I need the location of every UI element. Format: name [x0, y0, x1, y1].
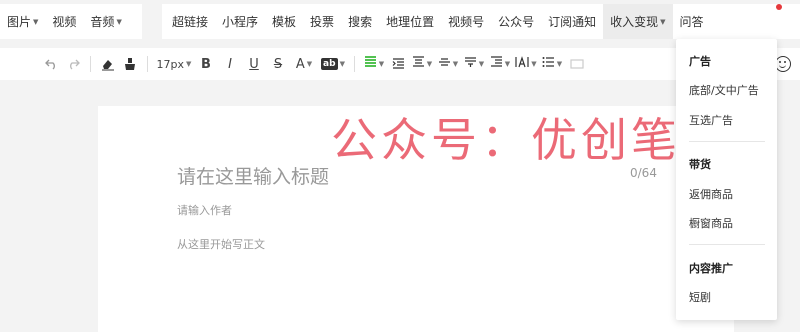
insert-official-account-label: 公众号: [498, 15, 535, 29]
font-size-value: 17px: [156, 57, 185, 71]
insert-channels-label: 视频号: [448, 15, 485, 29]
menu-item-showcase-products[interactable]: 橱窗商品: [689, 215, 733, 231]
insert-channels-button[interactable]: 视频号: [441, 4, 491, 39]
insert-miniprogram-button[interactable]: 小程序: [215, 4, 265, 39]
paragraph-spacing-before-button[interactable]: ▼: [435, 48, 461, 80]
format-painter-icon[interactable]: [119, 48, 141, 80]
insert-location-button[interactable]: 地理位置: [379, 4, 441, 39]
author-input[interactable]: 请输入作者: [177, 202, 232, 218]
chevron-down-icon: ▼: [339, 60, 345, 68]
insert-official-account-button[interactable]: 公众号: [491, 4, 541, 39]
monetization-label: 收入变现: [610, 15, 659, 29]
toolbar-divider: [90, 56, 91, 72]
insert-search-button[interactable]: 搜索: [341, 4, 379, 39]
chevron-down-icon: ▼: [116, 17, 122, 26]
align-left-icon: [364, 56, 377, 72]
indent-button[interactable]: [387, 48, 409, 80]
insert-audio-button[interactable]: 音频 ▼: [83, 4, 128, 39]
insert-image-button[interactable]: 图片 ▼: [0, 4, 45, 39]
chevron-down-icon: ▼: [426, 60, 433, 68]
insert-template-button[interactable]: 模板: [265, 4, 303, 39]
letter-spacing-button[interactable]: ▼: [513, 48, 539, 80]
dropdown-divider: [689, 244, 765, 245]
bold-button[interactable]: B: [194, 48, 218, 80]
italic-button[interactable]: I: [218, 48, 242, 80]
chevron-down-icon: ▼: [504, 60, 511, 68]
insert-video-label: 视频: [52, 15, 77, 29]
more-format-icon[interactable]: [565, 48, 589, 80]
dropdown-heading-ads: 广告: [689, 55, 711, 68]
insert-features-group: 超链接 小程序 模板 投票 搜索 地理位置 视频号 公众号 订阅通知 收入变现 …: [162, 4, 800, 39]
menu-item-short-drama[interactable]: 短剧: [689, 289, 711, 305]
chevron-down-icon: ▼: [478, 60, 485, 68]
dropdown-heading-content-promotion: 内容推广: [689, 262, 733, 275]
insert-vote-button[interactable]: 投票: [303, 4, 341, 39]
insert-toolbar: 图片 ▼ 视频 音频 ▼ 超链接 小程序 模板 投票 搜索 地理位置 视频号 公…: [0, 0, 800, 44]
font-color-label: A: [295, 56, 305, 72]
body-input[interactable]: 从这里开始写正文: [177, 236, 265, 252]
undo-icon[interactable]: [40, 48, 62, 80]
chevron-down-icon: ▼: [556, 60, 563, 68]
insert-vote-label: 投票: [310, 15, 335, 29]
chevron-down-icon: ▼: [660, 17, 666, 26]
insert-qa-button[interactable]: 问答: [673, 4, 711, 39]
insert-audio-label: 音频: [90, 15, 115, 29]
insert-qa-label: 问答: [679, 15, 704, 29]
watermark-text: 公众号：优创笔记: [331, 113, 731, 167]
emoji-icon[interactable]: [775, 56, 791, 72]
background-color-label: ab: [321, 58, 338, 70]
strikethrough-button[interactable]: S: [266, 48, 290, 80]
toolbar-divider: [354, 56, 355, 72]
notification-dot: [776, 4, 782, 10]
insert-hyperlink-button[interactable]: 超链接: [165, 4, 215, 39]
paragraph-spacing-after-button[interactable]: ▼: [461, 48, 487, 80]
paragraph-spacing-after-icon: [464, 56, 477, 72]
text-indent-button[interactable]: ▼: [487, 48, 513, 80]
insert-image-label: 图片: [7, 15, 32, 29]
insert-subscription-notice-label: 订阅通知: [548, 15, 597, 29]
font-size-select[interactable]: 17px ▼: [154, 48, 194, 80]
font-color-button[interactable]: A ▼: [290, 48, 318, 80]
italic-label: I: [228, 56, 232, 72]
toolbar-divider: [147, 56, 148, 72]
insert-template-label: 模板: [272, 15, 297, 29]
letter-spacing-icon: [515, 56, 529, 72]
insert-search-label: 搜索: [348, 15, 373, 29]
menu-item-mutual-ads[interactable]: 互选广告: [689, 112, 733, 128]
monetization-menu-button[interactable]: 收入变现 ▼: [603, 4, 673, 39]
chevron-down-icon: ▼: [33, 17, 39, 26]
chevron-down-icon: ▼: [531, 60, 537, 68]
clear-format-icon[interactable]: [97, 48, 119, 80]
insert-miniprogram-label: 小程序: [222, 15, 259, 29]
title-input[interactable]: 请在这里输入标题: [177, 162, 329, 189]
dropdown-heading-commerce: 带货: [689, 158, 711, 171]
menu-item-bottom-ads[interactable]: 底部/文中广告: [689, 82, 759, 98]
chevron-down-icon: ▼: [378, 60, 385, 68]
line-spacing-button[interactable]: ▼: [409, 48, 435, 80]
insert-video-button[interactable]: 视频: [45, 4, 83, 39]
chevron-down-icon: ▼: [186, 60, 192, 68]
chevron-down-icon: ▼: [306, 60, 313, 68]
text-indent-icon: [490, 56, 503, 72]
insert-media-group: 图片 ▼ 视频 音频 ▼: [0, 4, 142, 39]
underline-label: U: [249, 56, 259, 72]
bullet-list-button[interactable]: ▼: [539, 48, 565, 80]
paragraph-spacing-before-icon: [438, 56, 451, 72]
chevron-down-icon: ▼: [452, 60, 459, 68]
align-left-button[interactable]: ▼: [361, 48, 387, 80]
line-spacing-icon: [412, 56, 425, 72]
monetization-dropdown: 广告 底部/文中广告 互选广告 带货 返佣商品 橱窗商品 内容推广 短剧: [676, 39, 777, 320]
insert-hyperlink-label: 超链接: [172, 15, 209, 29]
strikethrough-label: S: [273, 56, 283, 72]
menu-item-commission-products[interactable]: 返佣商品: [689, 186, 733, 202]
insert-subscription-notice-button[interactable]: 订阅通知: [541, 4, 603, 39]
redo-icon[interactable]: [62, 48, 84, 80]
bold-label: B: [201, 56, 211, 72]
bullet-list-icon: [542, 56, 555, 72]
insert-location-label: 地理位置: [386, 15, 435, 29]
background-color-button[interactable]: ab ▼: [318, 48, 348, 80]
underline-button[interactable]: U: [242, 48, 266, 80]
dropdown-divider: [689, 141, 765, 142]
